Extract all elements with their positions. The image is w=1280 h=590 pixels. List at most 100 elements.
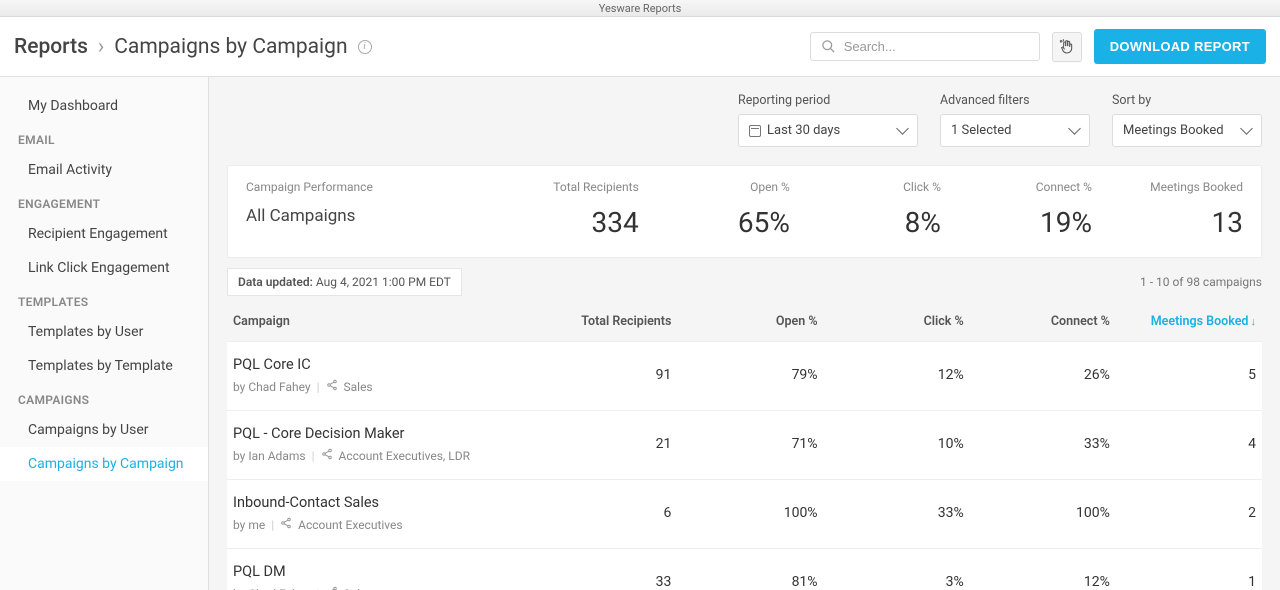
column-click[interactable]: Click %: [818, 314, 964, 329]
breadcrumb: Reports › Campaigns by Campaign i: [14, 35, 372, 59]
wave-button[interactable]: [1052, 32, 1082, 62]
share-icon: [280, 517, 292, 532]
column-open[interactable]: Open %: [671, 314, 817, 329]
cell-click: 33%: [818, 505, 964, 521]
filter-label-advanced: Advanced filters: [940, 93, 1090, 108]
column-recipients[interactable]: Total Recipients: [525, 314, 671, 329]
column-connect[interactable]: Connect %: [964, 314, 1110, 329]
cell-click: 3%: [818, 574, 964, 590]
chevron-down-icon: [1068, 122, 1081, 135]
search-input-wrap[interactable]: [810, 32, 1040, 61]
cell-click: 12%: [818, 367, 964, 383]
cell-recipients: 21: [525, 436, 671, 452]
campaign-team: Sales: [344, 380, 373, 394]
cell-connect: 33%: [964, 436, 1110, 452]
cell-meetings: 4: [1110, 436, 1256, 452]
wave-icon: [1059, 39, 1075, 55]
filter-label-period: Reporting period: [738, 93, 918, 108]
cell-meetings: 5: [1110, 367, 1256, 383]
share-icon: [321, 448, 333, 463]
campaign-author: by me: [233, 518, 265, 532]
sidebar-item-link-click-engagement[interactable]: Link Click Engagement: [0, 251, 208, 285]
column-meetings-booked[interactable]: Meetings Booked↓: [1110, 314, 1256, 329]
campaign-name: PQL - Core Decision Maker: [233, 425, 525, 442]
sidebar-item-email-activity[interactable]: Email Activity: [0, 153, 208, 187]
campaign-meta: by me|Account Executives: [233, 517, 525, 532]
sidebar-item-recipient-engagement[interactable]: Recipient Engagement: [0, 217, 208, 251]
campaign-meta: by Chad Fahey|Sales: [233, 586, 525, 590]
campaign-team: Account Executives: [298, 518, 402, 532]
summary-meetings-label: Meetings Booked: [1092, 180, 1243, 194]
campaign-meta: by Chad Fahey|Sales: [233, 379, 525, 394]
cell-click: 10%: [818, 436, 964, 452]
dropdown-advanced-filters[interactable]: 1 Selected: [940, 114, 1090, 147]
main-content: Reporting period Last 30 days Advanced f…: [209, 77, 1280, 590]
campaign-author: by Chad Fahey: [233, 587, 311, 590]
share-icon: [326, 586, 338, 590]
cell-meetings: 1: [1110, 574, 1256, 590]
summary-title-label: Campaign Performance: [246, 180, 488, 194]
cell-meetings: 2: [1110, 505, 1256, 521]
chevron-down-icon: [896, 122, 909, 135]
sidebar-section-campaigns: CAMPAIGNS: [0, 383, 208, 413]
summary-open-label: Open %: [639, 180, 790, 194]
summary-meetings-value: 13: [1092, 206, 1243, 239]
campaign-author: by Chad Fahey: [233, 380, 311, 394]
cell-open: 100%: [671, 505, 817, 521]
summary-open-value: 65%: [639, 206, 790, 239]
dropdown-sort-by[interactable]: Meetings Booked: [1112, 114, 1262, 147]
cell-connect: 26%: [964, 367, 1110, 383]
sidebar-item-templates-by-template[interactable]: Templates by Template: [0, 349, 208, 383]
filter-label-sort: Sort by: [1112, 93, 1262, 108]
campaign-team: Account Executives, LDR: [339, 449, 471, 463]
summary-recipients-value: 334: [488, 206, 639, 239]
search-input[interactable]: [844, 39, 1029, 54]
campaign-table: Campaign Total Recipients Open % Click %…: [227, 302, 1262, 590]
chevron-down-icon: [1240, 122, 1253, 135]
campaign-meta: by Ian Adams|Account Executives, LDR: [233, 448, 525, 463]
dropdown-reporting-period[interactable]: Last 30 days: [738, 114, 918, 147]
cell-recipients: 91: [525, 367, 671, 383]
summary-connect-label: Connect %: [941, 180, 1092, 194]
summary-click-label: Click %: [790, 180, 941, 194]
cell-connect: 12%: [964, 574, 1110, 590]
sidebar-section-engagement: ENGAGEMENT: [0, 187, 208, 217]
table-row[interactable]: PQL - Core Decision Maker by Ian Adams|Ac…: [227, 411, 1262, 480]
summary-recipients-label: Total Recipients: [488, 180, 639, 194]
share-icon: [326, 379, 338, 394]
column-campaign[interactable]: Campaign: [233, 314, 525, 329]
campaign-name: PQL DM: [233, 563, 525, 580]
campaign-name: PQL Core IC: [233, 356, 525, 373]
pagination-range: 1 - 10 of 98 campaigns: [1140, 275, 1262, 289]
download-report-button[interactable]: DOWNLOAD REPORT: [1094, 29, 1266, 64]
cell-recipients: 6: [525, 505, 671, 521]
summary-connect-value: 19%: [941, 206, 1092, 239]
table-row[interactable]: PQL Core IC by Chad Fahey|Sales9179%12%26…: [227, 342, 1262, 411]
sidebar-section-templates: TEMPLATES: [0, 285, 208, 315]
table-row[interactable]: Inbound-Contact Sales by me|Account Execu…: [227, 480, 1262, 549]
campaign-name: Inbound-Contact Sales: [233, 494, 525, 511]
info-icon[interactable]: i: [358, 40, 372, 54]
breadcrumb-root[interactable]: Reports: [14, 35, 88, 59]
sidebar-item-my-dashboard[interactable]: My Dashboard: [0, 89, 208, 123]
calendar-icon: [749, 125, 761, 137]
summary-click-value: 8%: [790, 206, 941, 239]
table-row[interactable]: PQL DM by Chad Fahey|Sales3381%3%12%1: [227, 549, 1262, 590]
sidebar-item-campaigns-by-campaign[interactable]: Campaigns by Campaign: [0, 447, 208, 481]
campaign-team: Sales: [344, 587, 373, 590]
sidebar-item-templates-by-user[interactable]: Templates by User: [0, 315, 208, 349]
summary-title-value: All Campaigns: [246, 206, 488, 226]
sidebar: My Dashboard EMAIL Email Activity ENGAGE…: [0, 77, 209, 590]
window-titlebar: Yesware Reports: [0, 0, 1280, 17]
cell-recipients: 33: [525, 574, 671, 590]
sidebar-item-campaigns-by-user[interactable]: Campaigns by User: [0, 413, 208, 447]
sort-descending-icon: ↓: [1250, 315, 1256, 328]
cell-connect: 100%: [964, 505, 1110, 521]
cell-open: 79%: [671, 367, 817, 383]
chevron-right-icon: ›: [98, 35, 104, 59]
data-updated-chip: Data updated: Aug 4, 2021 1:00 PM EDT: [227, 268, 462, 296]
sidebar-section-email: EMAIL: [0, 123, 208, 153]
cell-open: 81%: [671, 574, 817, 590]
cell-open: 71%: [671, 436, 817, 452]
page-title: Campaigns by Campaign: [114, 35, 347, 59]
